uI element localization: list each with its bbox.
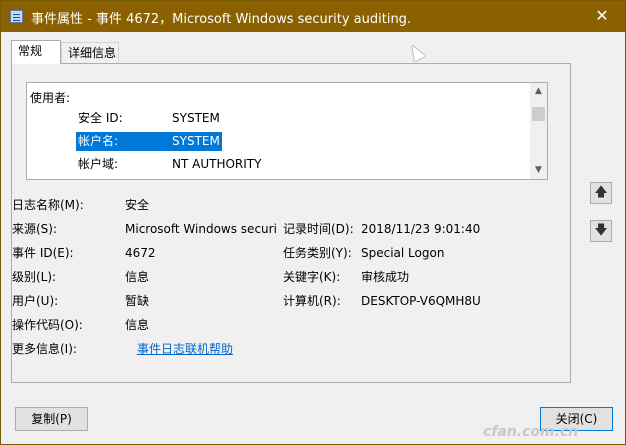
logged-label: 记录时间(D):: [283, 222, 354, 236]
computer-value: DESKTOP-V6QMH8U: [361, 294, 481, 308]
next-event-button[interactable]: 🡇: [590, 220, 612, 242]
computer-label: 计算机(R):: [283, 294, 341, 308]
subject-label: 使用者:: [30, 91, 71, 105]
task-category-label: 任务类别(Y):: [283, 246, 352, 260]
more-info-label: 更多信息(I):: [12, 342, 77, 356]
log-name-label: 日志名称(M):: [12, 198, 84, 212]
opcode-label: 操作代码(O):: [12, 318, 83, 332]
watermark: cfan.com.cn: [483, 424, 579, 440]
event-id-value: 4672: [125, 246, 156, 260]
log-name-value: 安全: [125, 198, 150, 212]
arrow-up-icon: 🡅: [594, 185, 608, 200]
source-label: 来源(S):: [12, 222, 58, 236]
account-domain-key: 帐户域:: [78, 157, 119, 171]
security-id-key: 安全 ID:: [78, 111, 123, 125]
online-help-link[interactable]: 事件日志联机帮助: [137, 340, 233, 358]
window-title: 事件属性 - 事件 4672，Microsoft Windows securit…: [31, 12, 412, 27]
level-value: 信息: [125, 270, 150, 284]
arrow-down-icon: 🡇: [594, 223, 608, 238]
scroll-down-icon[interactable]: ▼: [530, 162, 547, 179]
event-properties-window: 事件属性 - 事件 4672，Microsoft Windows securit…: [0, 0, 626, 445]
level-label: 级别(L):: [12, 270, 57, 284]
account-name-key: 帐户名:: [76, 132, 172, 151]
keywords-value: 审核成功: [361, 270, 410, 284]
tab-details[interactable]: 详细信息: [61, 42, 119, 64]
keywords-label: 关键字(K):: [283, 270, 341, 284]
mouse-cursor-icon: [406, 42, 426, 62]
user-value: 暂缺: [125, 294, 150, 308]
scroll-up-icon[interactable]: ▲: [530, 83, 547, 100]
security-id-value: SYSTEM: [172, 111, 220, 125]
previous-event-button[interactable]: 🡅: [590, 182, 612, 204]
event-viewer-icon: [10, 10, 23, 23]
task-category-value: Special Logon: [361, 246, 445, 260]
tab-general[interactable]: 常规: [11, 40, 61, 64]
copy-button[interactable]: 复制(P): [15, 407, 88, 431]
event-description-box[interactable]: 使用者: 安全 ID: SYSTEM 帐户名: SYSTEM 帐户域: NT A…: [26, 82, 548, 180]
close-window-button[interactable]: ✕: [579, 1, 625, 32]
account-domain-value: NT AUTHORITY: [172, 157, 262, 171]
user-label: 用户(U):: [12, 294, 59, 308]
source-value: Microsoft Windows securi: [125, 222, 277, 236]
description-scrollbar[interactable]: ▲ ▼: [530, 83, 547, 179]
account-name-value: SYSTEM: [172, 132, 222, 151]
title-bar[interactable]: 事件属性 - 事件 4672，Microsoft Windows securit…: [1, 1, 625, 32]
event-id-label: 事件 ID(E):: [12, 246, 74, 260]
logged-value: 2018/11/23 9:01:40: [361, 222, 481, 236]
scroll-thumb[interactable]: [532, 107, 545, 121]
opcode-value: 信息: [125, 318, 150, 332]
